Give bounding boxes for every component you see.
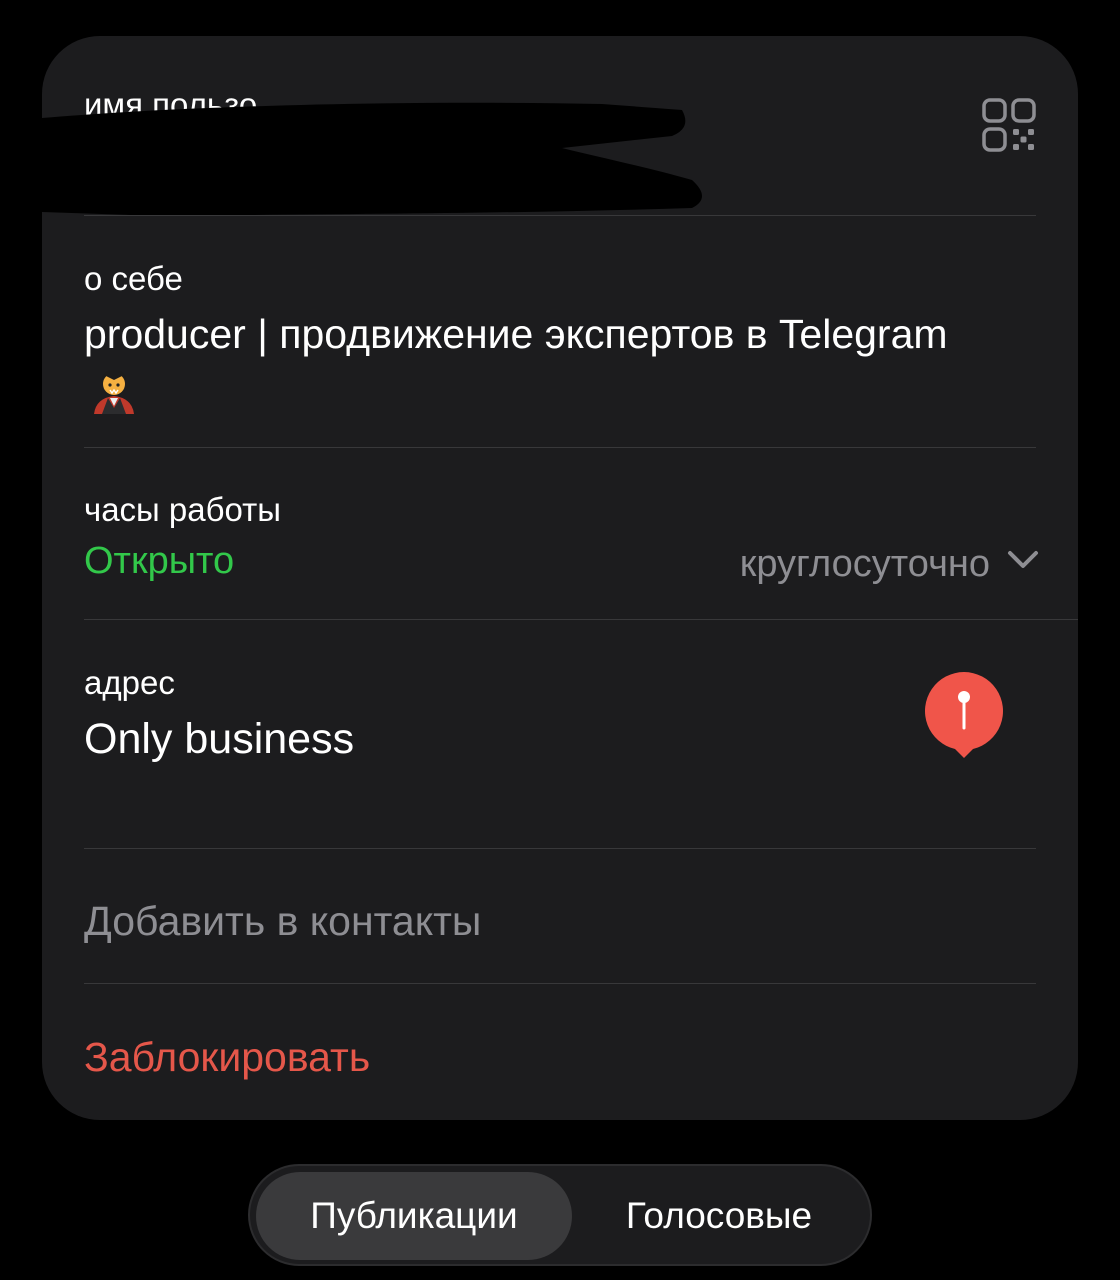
divider <box>84 215 1036 216</box>
add-contact-button[interactable]: Добавить в контакты <box>84 898 481 945</box>
map-pin-icon[interactable] <box>922 672 1006 762</box>
hours-value[interactable]: круглосуточно <box>740 543 990 586</box>
divider <box>84 983 1036 984</box>
divider <box>84 619 1078 620</box>
chevron-down-icon[interactable] <box>1006 546 1040 574</box>
qr-code-icon[interactable] <box>982 98 1036 152</box>
block-button[interactable]: Заблокировать <box>84 1034 370 1081</box>
address-label: адрес <box>84 664 175 701</box>
redaction-mark <box>42 102 702 216</box>
divider <box>84 848 1036 849</box>
address-value[interactable]: Only business <box>84 718 354 761</box>
hours-status: Открыто <box>84 540 235 582</box>
tab-switcher: Публикации Голосовые <box>248 1164 872 1266</box>
divider <box>84 447 1036 448</box>
vampire-emoji-icon <box>94 370 134 414</box>
tab-publications[interactable]: Публикации <box>256 1172 572 1260</box>
tab-voice[interactable]: Голосовые <box>580 1172 858 1260</box>
profile-info-card: имя пользо о себе producer | продвижение… <box>42 36 1078 1120</box>
hours-label: часы работы <box>84 491 282 528</box>
about-value[interactable]: producer | продвижение экспертов в Teleg… <box>84 314 948 355</box>
about-label: о себе <box>84 260 183 297</box>
